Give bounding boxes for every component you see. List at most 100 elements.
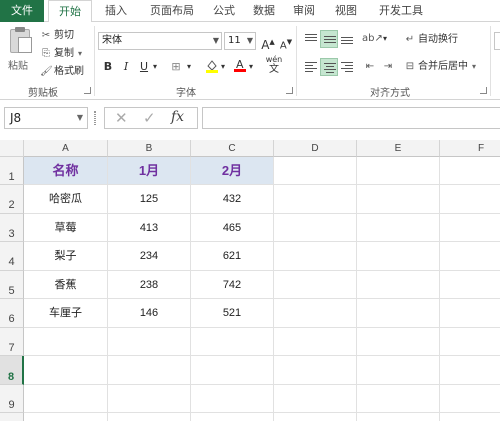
tab-view[interactable]: 视图 [326,0,366,22]
formula-input[interactable] [202,107,500,129]
empty-cell[interactable] [191,328,274,356]
name-box[interactable]: J8 ▼ [4,107,88,129]
empty-cell[interactable] [440,214,500,242]
table-cell[interactable]: 521 [191,299,274,328]
align-middle-button[interactable] [320,30,338,48]
table-cell[interactable]: 146 [108,299,191,328]
column-header-d[interactable]: D [274,140,357,157]
empty-cell[interactable] [191,356,274,385]
empty-cell[interactable] [24,385,108,413]
align-right-button[interactable] [338,58,356,76]
insert-function-icon[interactable]: fx [171,109,184,125]
empty-cell[interactable] [440,385,500,413]
table-cell[interactable]: 432 [191,185,274,214]
table-header-cell[interactable]: 2月 [191,157,274,185]
empty-cell[interactable] [274,185,357,214]
empty-cell[interactable] [440,185,500,214]
italic-button[interactable]: I [118,59,134,75]
empty-cell[interactable] [440,299,500,328]
column-header-e[interactable]: E [357,140,440,157]
empty-cell[interactable] [274,271,357,299]
empty-cell[interactable] [440,356,500,385]
table-cell[interactable]: 梨子 [24,242,108,271]
column-header-f[interactable]: F [440,140,500,157]
table-cell[interactable]: 465 [191,214,274,242]
column-header-b[interactable]: B [108,140,191,157]
cancel-icon[interactable]: ✕ [115,109,128,127]
empty-cell[interactable] [440,271,500,299]
row-header-4[interactable]: 4 [0,242,24,271]
empty-cell[interactable] [440,242,500,271]
tab-file[interactable]: 文件 [0,0,44,22]
chevron-down-icon[interactable]: ▾ [150,59,160,75]
format-painter-button[interactable]: 🖌格式刷 [40,64,84,80]
table-cell[interactable]: 234 [108,242,191,271]
table-cell[interactable]: 哈密瓜 [24,185,108,214]
align-top-button[interactable] [302,30,320,48]
empty-cell[interactable] [357,242,440,271]
align-center-button[interactable] [320,58,338,76]
chevron-down-icon[interactable]: ▾ [380,31,390,47]
empty-cell[interactable] [274,328,357,356]
chevron-down-icon[interactable]: ▾ [218,59,228,75]
table-cell[interactable]: 621 [191,242,274,271]
phonetic-guide-button[interactable]: wén 文 [264,55,284,77]
table-cell[interactable]: 413 [108,214,191,242]
table-cell[interactable]: 742 [191,271,274,299]
table-header-cell[interactable]: 1月 [108,157,191,185]
font-launcher-icon[interactable] [286,87,293,94]
empty-cell[interactable] [274,242,357,271]
decrease-indent-icon[interactable]: ⇤ [362,59,378,75]
empty-cell[interactable] [24,356,108,385]
empty-cell[interactable] [108,413,191,421]
table-cell[interactable]: 车厘子 [24,299,108,328]
clipboard-launcher-icon[interactable] [84,87,91,94]
empty-cell[interactable] [440,328,500,356]
borders-icon[interactable]: ⊞ [168,59,184,75]
empty-cell[interactable] [440,413,500,421]
tab-data[interactable]: 数据 [244,0,284,22]
row-header-6[interactable]: 6 [0,299,24,328]
shrink-font-button[interactable]: A▼ [278,34,294,51]
empty-cell[interactable] [357,413,440,421]
empty-cell[interactable] [24,413,108,421]
row-header-1[interactable]: 1 [0,157,24,185]
orientation-icon[interactable]: ab↗ [362,31,383,47]
chevron-down-icon[interactable]: ▾ [184,59,194,75]
row-header-5[interactable]: 5 [0,271,24,299]
empty-cell[interactable] [274,299,357,328]
empty-cell[interactable] [108,328,191,356]
empty-cell[interactable] [191,413,274,421]
empty-cell[interactable] [357,214,440,242]
copy-button[interactable]: ⎘ 复制 ▾ [40,46,82,62]
row-header-3[interactable]: 3 [0,214,24,242]
check-icon[interactable]: ✓ [143,109,156,127]
tab-developer[interactable]: 开发工具 [368,0,434,22]
empty-cell[interactable] [357,299,440,328]
row-header-10[interactable] [0,413,24,421]
tab-home[interactable]: 开始 [48,0,92,23]
increase-indent-icon[interactable]: ⇥ [380,59,396,75]
bold-button[interactable]: B [100,59,116,75]
font-name-dropdown[interactable]: 宋体 ▼ [98,32,222,50]
table-cell[interactable]: 238 [108,271,191,299]
empty-cell[interactable] [357,328,440,356]
row-header-7[interactable]: 7 [0,328,24,356]
column-header-c[interactable]: C [191,140,274,157]
empty-cell[interactable] [274,413,357,421]
empty-cell[interactable] [357,157,440,185]
alignment-launcher-icon[interactable] [480,87,487,94]
number-format-dropdown[interactable] [494,32,500,50]
paste-button[interactable]: 粘贴 [6,27,34,75]
tab-formulas[interactable]: 公式 [204,0,244,22]
table-header-cell[interactable]: 名称 [24,157,108,185]
empty-cell[interactable] [357,356,440,385]
empty-cell[interactable] [191,385,274,413]
grow-font-button[interactable]: A▲ [260,34,276,52]
empty-cell[interactable] [108,356,191,385]
font-size-dropdown[interactable]: 11 ▼ [224,32,256,50]
merge-center-button[interactable]: ⊟ 合并后居中 ▾ [404,59,476,75]
empty-cell[interactable] [357,271,440,299]
row-header-8[interactable]: 8 [0,356,24,385]
tab-page-layout[interactable]: 页面布局 [140,0,204,22]
